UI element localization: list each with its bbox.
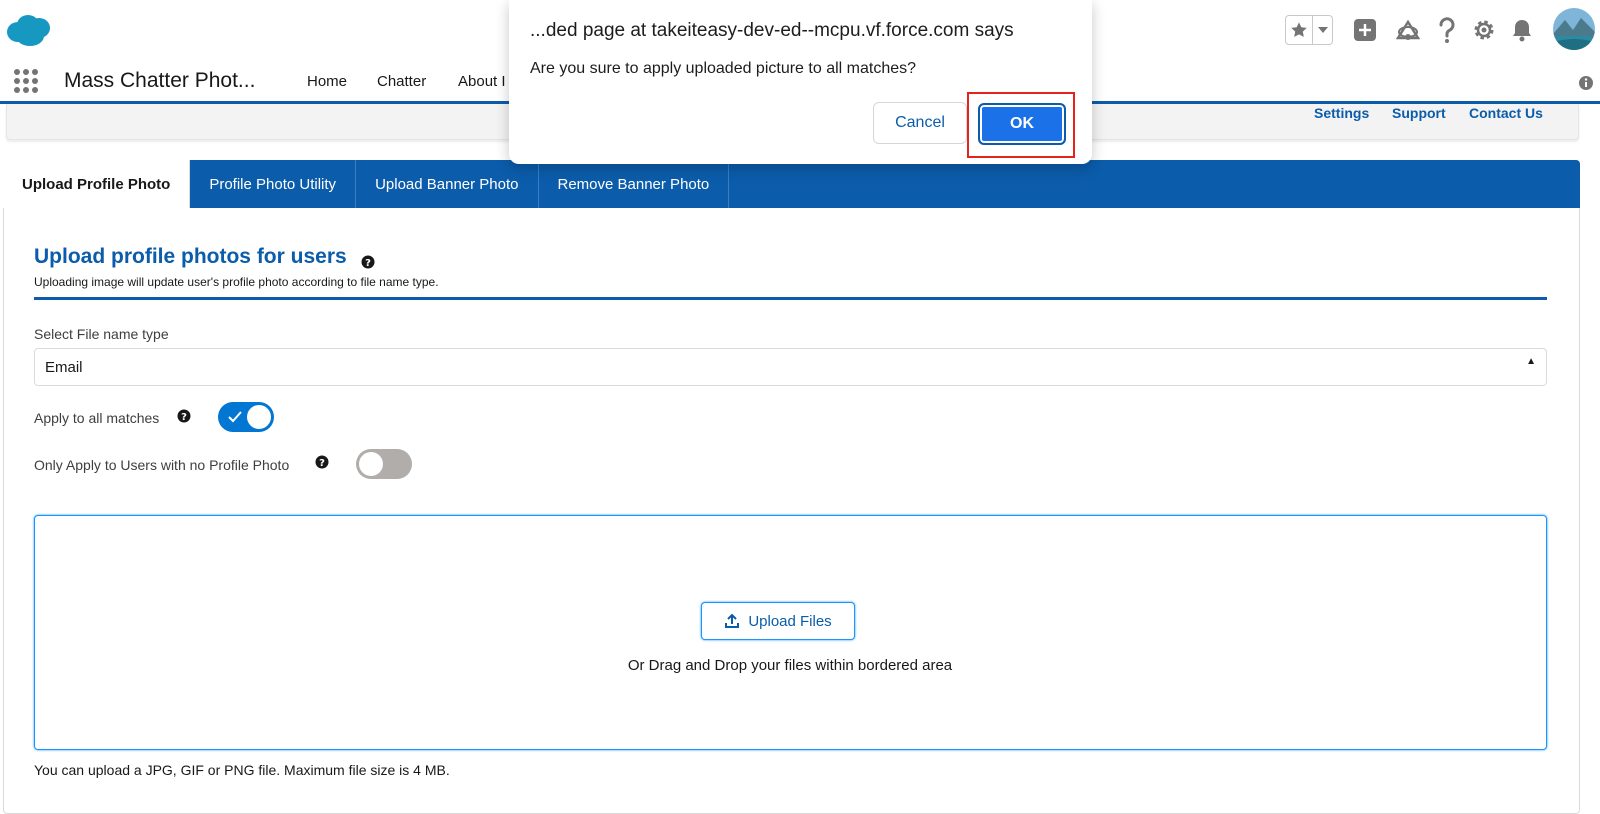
confirm-dialog: ...ded page at takeiteasy-dev-ed--mcpu.v… (509, 0, 1092, 164)
avatar[interactable] (1553, 8, 1595, 50)
file-name-type-select[interactable]: Email ▲ (34, 348, 1547, 386)
dialog-message: Are you sure to apply uploaded picture t… (530, 60, 917, 77)
drop-instructions: Or Drag and Drop your files within borde… (627, 657, 953, 674)
gear-icon[interactable] (1470, 16, 1498, 44)
help-icon[interactable]: ? (177, 409, 191, 423)
help-icon[interactable]: ? (315, 455, 329, 469)
tab-bar: Upload Profile Photo Profile Photo Utili… (3, 160, 1580, 208)
dialog-title: ...ded page at takeiteasy-dev-ed--mcpu.v… (530, 20, 1014, 41)
settings-link[interactable]: Settings (1314, 105, 1369, 121)
tab-profile-photo-utility[interactable]: Profile Photo Utility (190, 160, 357, 208)
apply-all-label: Apply to all matches (34, 410, 160, 426)
tab-remove-banner-photo[interactable]: Remove Banner Photo (539, 160, 730, 208)
section-divider (34, 297, 1547, 300)
svg-text:?: ? (181, 412, 187, 423)
tab-upload-banner-photo[interactable]: Upload Banner Photo (356, 160, 539, 208)
file-size-hint: You can upload a JPG, GIF or PNG file. M… (34, 762, 450, 778)
info-icon[interactable] (1578, 75, 1594, 91)
nav-item-about[interactable]: About I (458, 73, 506, 90)
support-link[interactable]: Support (1392, 105, 1446, 121)
svg-text:?: ? (319, 458, 325, 469)
chevron-down-icon[interactable] (1313, 16, 1332, 44)
toggle-knob (359, 452, 383, 476)
select-value: Email (45, 359, 83, 376)
section-subtitle: Uploading image will update user's profi… (34, 275, 439, 289)
upload-files-button[interactable]: Upload Files (701, 602, 855, 640)
section-title: Upload profile photos for users (34, 245, 347, 268)
toggle-knob (247, 405, 271, 429)
app-name: Mass Chatter Phot... (64, 69, 256, 92)
bell-icon[interactable] (1508, 16, 1536, 44)
upload-files-label: Upload Files (748, 612, 832, 630)
nav-item-home[interactable]: Home (307, 73, 347, 90)
select-label: Select File name type (34, 326, 169, 342)
plus-icon[interactable] (1351, 16, 1379, 44)
only-no-photo-label: Only Apply to Users with no Profile Phot… (34, 457, 290, 473)
ok-button[interactable]: OK (978, 103, 1066, 145)
favorites-button-group (1285, 15, 1333, 45)
cancel-button[interactable]: Cancel (873, 102, 967, 144)
only-no-photo-toggle[interactable] (356, 449, 412, 479)
contact-us-link[interactable]: Contact Us (1469, 105, 1543, 121)
app-launcher-icon[interactable] (13, 68, 39, 94)
salesforce-cloud-logo[interactable] (4, 12, 52, 48)
caret-up-icon: ▲ (1526, 356, 1536, 367)
trailhead-icon[interactable] (1394, 16, 1422, 44)
star-icon[interactable] (1286, 16, 1314, 44)
svg-text:?: ? (365, 258, 371, 269)
apply-all-toggle[interactable] (218, 402, 274, 432)
nav-item-chatter[interactable]: Chatter (377, 73, 426, 90)
check-icon (228, 411, 242, 423)
upload-icon (725, 613, 740, 628)
tab-upload-profile-photo[interactable]: Upload Profile Photo (3, 160, 191, 208)
help-icon[interactable]: ? (361, 255, 375, 269)
help-icon[interactable] (1433, 16, 1461, 44)
